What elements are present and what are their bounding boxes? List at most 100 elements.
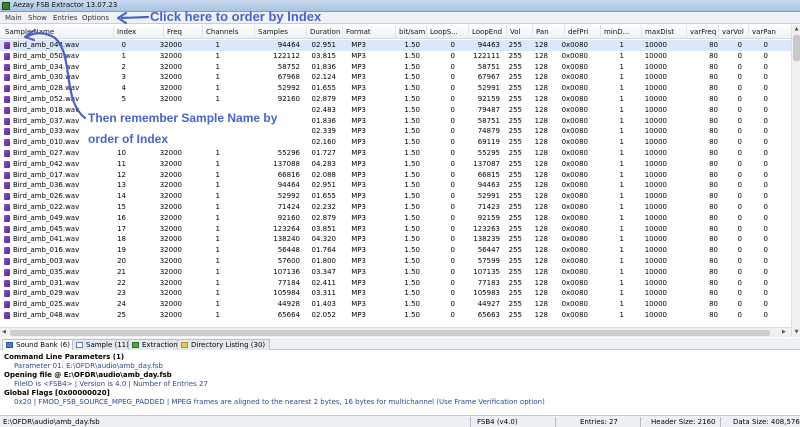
- table-row[interactable]: Bird_amb_050.wav 1 32000 1 122112 03.815 MP3 1.…: [0, 51, 791, 62]
- table-cell: 21: [117, 267, 126, 276]
- table-row[interactable]: Bird_amb_045.wav 17 32000 1 123264 03.851 MP3 1…: [0, 224, 791, 235]
- table-cell: 1: [619, 73, 624, 82]
- column-divider[interactable]: [506, 25, 507, 39]
- column-header[interactable]: varPan: [752, 28, 776, 36]
- table-row[interactable]: Bird_amb_026.wav 14 32000 1 52992 01.655 MP3 1.…: [0, 191, 791, 202]
- table-cell: MP3: [351, 84, 366, 93]
- table-row[interactable]: Bird_amb_034.wav 2 32000 1 58752 01.836 MP3 1.5…: [0, 62, 791, 73]
- table-row[interactable]: Bird_amb_031.wav 22 32000 1 77184 02.411 MP3 1.…: [0, 278, 791, 289]
- menu-main[interactable]: Main: [5, 14, 22, 22]
- table-cell: 255: [508, 51, 522, 60]
- table-row[interactable]: Bird_amb_022.wav 15 32000 1 71424 02.232 MP3 1.…: [0, 202, 791, 213]
- table-row[interactable]: Bird_amb_052.wav 5 32000 1 92160 02.879 MP3 1.5…: [0, 94, 791, 105]
- table-row[interactable]: Bird_amb_044.wav 0 32000 1 94464 02.951 MP3 1.5…: [0, 40, 791, 51]
- column-header[interactable]: LoopS...: [430, 28, 458, 36]
- column-divider[interactable]: [113, 25, 114, 39]
- column-header[interactable]: Channels: [206, 28, 238, 36]
- column-header[interactable]: varFreq: [690, 28, 716, 36]
- table-cell: 80: [709, 105, 718, 114]
- column-divider[interactable]: [564, 25, 565, 39]
- scroll-thumb[interactable]: [793, 35, 800, 61]
- column-header[interactable]: Pan: [536, 28, 549, 36]
- table-cell: MP3: [351, 181, 366, 190]
- scroll-right-icon[interactable]: ▶: [782, 329, 786, 335]
- table-cell: 1: [619, 235, 624, 244]
- column-header[interactable]: Samples: [258, 28, 288, 36]
- column-header[interactable]: defPri: [568, 28, 588, 36]
- column-header[interactable]: Freq: [167, 28, 182, 36]
- table-row[interactable]: Bird_amb_042.wav 11 32000 1 137088 04.283 MP3 1…: [0, 159, 791, 170]
- table-row[interactable]: Bird_amb_030.wav 3 32000 1 67968 02.124 MP3 1.5…: [0, 72, 791, 83]
- horizontal-scroll-thumb[interactable]: [10, 330, 770, 336]
- column-header[interactable]: Sample Name: [5, 28, 54, 36]
- table-cell: MP3: [351, 41, 366, 49]
- vertical-scrollbar[interactable]: ▲ ▼: [791, 25, 800, 337]
- table-row[interactable]: Bird_amb_017.wav 12 32000 1 66816 02.088 MP3 1.…: [0, 170, 791, 181]
- table-row[interactable]: Bird_amb_003.wav 20 32000 1 57600 01.800 MP3 1.…: [0, 256, 791, 267]
- table-row[interactable]: Bird_amb_036.wav 13 32000 1 94464 02.951 MP3 1.…: [0, 180, 791, 191]
- menu-options[interactable]: Options: [82, 14, 109, 22]
- scroll-down-icon[interactable]: ▼: [793, 329, 800, 336]
- table-row[interactable]: Bird_amb_016.wav 19 32000 1 56448 01.764 MP3 1.…: [0, 245, 791, 256]
- table-cell: 122112: [273, 51, 300, 60]
- column-divider[interactable]: [395, 25, 396, 39]
- table-cell: Bird_amb_036.wav: [13, 181, 80, 190]
- column-header[interactable]: varVol: [722, 28, 744, 36]
- column-divider[interactable]: [641, 25, 642, 39]
- table-cell: 128: [534, 127, 548, 136]
- table-row[interactable]: Bird_amb_041.wav 18 32000 1 138240 04.320 MP3 1…: [0, 234, 791, 245]
- table-cell: 92160: [277, 213, 300, 222]
- table-cell: 0: [737, 138, 742, 147]
- column-divider[interactable]: [532, 25, 533, 39]
- column-divider[interactable]: [686, 25, 687, 39]
- tab-sound-bank[interactable]: Sound Bank (6): [2, 339, 75, 350]
- column-header[interactable]: minD...: [604, 28, 629, 36]
- horizontal-scrollbar[interactable]: ◀ ▶: [0, 327, 791, 337]
- table-row[interactable]: Bird_amb_035.wav 21 32000 1 107136 03.347 MP3 1…: [0, 267, 791, 278]
- column-divider[interactable]: [600, 25, 601, 39]
- table-row[interactable]: Bird_amb_028.wav 4 32000 1 52992 01.655 MP3 1.5…: [0, 83, 791, 94]
- column-divider[interactable]: [748, 25, 749, 39]
- column-header[interactable]: Format: [346, 28, 371, 36]
- table-cell: 44928: [277, 300, 300, 309]
- table-cell: 32000: [159, 256, 182, 265]
- column-divider[interactable]: [468, 25, 469, 39]
- table-cell: 32000: [159, 278, 182, 287]
- scroll-up-icon[interactable]: ▲: [793, 26, 800, 33]
- table-row[interactable]: Bird_amb_025.wav 24 32000 1 44928 01.403 MP3 1.…: [0, 299, 791, 310]
- table-cell: 128: [534, 84, 548, 93]
- tab-sample[interactable]: Sample (11): [72, 339, 134, 350]
- column-header[interactable]: Vol: [510, 28, 520, 36]
- table-row[interactable]: Bird_amb_029.wav 23 32000 1 105984 03.311 MP3 1…: [0, 288, 791, 299]
- column-divider[interactable]: [254, 25, 255, 39]
- tab-directory-listing[interactable]: Directory Listing (30): [177, 339, 271, 350]
- column-divider[interactable]: [306, 25, 307, 39]
- menu-entries[interactable]: Entries: [53, 14, 77, 22]
- status-divider: [470, 417, 471, 427]
- audio-file-icon: [4, 149, 10, 157]
- log-heading: Opening file @ E:\OFDR\audio\amb_day.fsb: [4, 371, 172, 379]
- column-divider[interactable]: [426, 25, 427, 39]
- column-header[interactable]: Duration: [310, 28, 340, 36]
- tab-extraction[interactable]: Extraction: [128, 339, 183, 350]
- table-row[interactable]: Bird_amb_027.wav 10 32000 1 55296 01.727 MP3 1.…: [0, 148, 791, 159]
- table-cell: 128: [534, 246, 548, 255]
- column-divider[interactable]: [718, 25, 719, 39]
- column-header[interactable]: LoopEnd: [472, 28, 502, 36]
- table-cell: MP3: [351, 94, 366, 103]
- table-cell: 24: [117, 300, 126, 309]
- table-row[interactable]: Bird_amb_049.wav 16 32000 1 92160 02.879 MP3 1.…: [0, 213, 791, 224]
- table-cell: 15: [117, 202, 126, 211]
- column-divider[interactable]: [342, 25, 343, 39]
- table-cell: 10000: [644, 170, 667, 179]
- table-cell: 01.836: [311, 116, 337, 125]
- column-header[interactable]: bit/sam: [399, 28, 425, 36]
- table-row[interactable]: Bird_amb_048.wav 25 32000 1 65664 02.052 MP3 1.…: [0, 310, 791, 321]
- menu-show[interactable]: Show: [28, 14, 47, 22]
- column-header[interactable]: maxDist: [645, 28, 674, 36]
- column-header[interactable]: Index: [117, 28, 136, 36]
- column-divider[interactable]: [202, 25, 203, 39]
- column-divider[interactable]: [163, 25, 164, 39]
- scroll-left-icon[interactable]: ◀: [2, 329, 6, 335]
- table-cell: 1: [619, 84, 624, 93]
